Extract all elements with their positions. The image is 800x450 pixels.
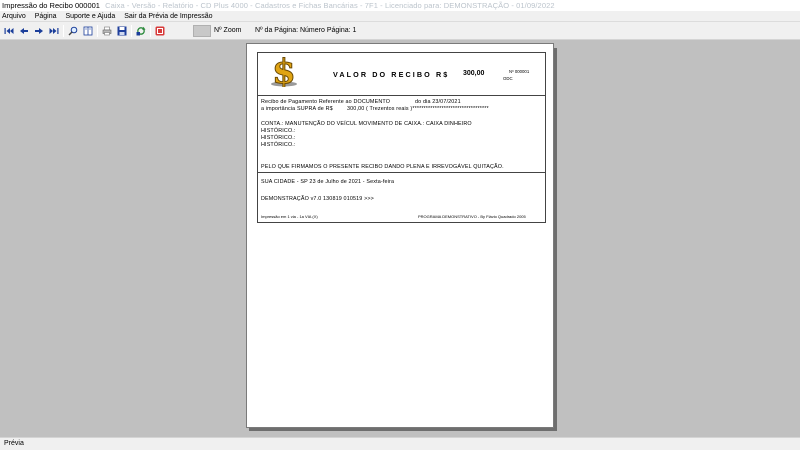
menu-arquivo[interactable]: Arquivo <box>2 11 26 22</box>
receipt-line2-value: 300,00 ( Trezentos reais )**************… <box>347 106 489 112</box>
receipt-footer-right: PROGRAMA DEMONSTRATIVO - By Flávio Quadr… <box>418 214 526 219</box>
close-red-icon[interactable] <box>155 26 165 36</box>
toolbar-separator <box>97 25 98 37</box>
zoom-label: Nº Zoom <box>214 27 242 34</box>
status-bar: Prévia <box>0 437 800 450</box>
receipt-declaration: PELO QUE FIRMAMOS O PRESENTE RECIBO DAND… <box>261 164 504 170</box>
menu-bar: Arquivo Página Suporte e Ajuda Sair da P… <box>0 11 800 22</box>
refresh-icon[interactable] <box>136 26 146 36</box>
menu-suporte-ajuda[interactable]: Suporte e Ajuda <box>65 11 115 22</box>
previous-page-icon[interactable] <box>19 26 29 36</box>
receipt-divider <box>258 172 545 173</box>
window-title: Impressão do Recibo 000001 <box>2 1 100 10</box>
receipt-line1: Recibo de Pagamento Referente ao DOCUMEN… <box>261 99 391 105</box>
next-page-icon[interactable] <box>34 26 44 36</box>
receipt-line1-date: do dia 23/07/2021 <box>415 99 461 105</box>
toolbar-separator <box>131 25 132 37</box>
dollar-sign-icon: $ <box>271 55 297 87</box>
receipt-version: DEMONSTRAÇÃO v7.0 130819 010519 >>> <box>261 196 374 202</box>
last-page-icon[interactable] <box>49 26 59 36</box>
menu-sair-previa[interactable]: Sair da Prévia de Impressão <box>124 11 212 22</box>
receipt-historico-3: HISTÓRICO.: <box>261 142 296 148</box>
toolbar-separator <box>63 25 64 37</box>
title-bar: Impressão do Recibo 000001 Caixa - Versã… <box>0 0 800 11</box>
save-icon[interactable] <box>117 26 127 36</box>
receipt-divider <box>258 95 545 96</box>
receipt-line2-prefix: a importância SUPRA de R$ <box>261 106 333 112</box>
receipt-number: Nº 000001 <box>509 69 530 74</box>
receipt-footer-left: Impressão em 1 via - 1a VIA (X) <box>261 214 318 219</box>
receipt-historico-1: HISTÓRICO.: <box>261 128 296 134</box>
svg-text:$: $ <box>272 55 296 87</box>
book-icon[interactable] <box>83 26 93 36</box>
receipt: $ VALOR DO RECIBO R$ 300,00 Nº 000001 OD… <box>257 52 546 223</box>
receipt-conta: CONTA.: MANUTENÇÃO DO VEÍCUL MOVIMENTO D… <box>261 121 472 127</box>
toolbar-separator <box>150 25 151 37</box>
menu-pagina[interactable]: Página <box>35 11 57 22</box>
status-text: Prévia <box>4 440 24 447</box>
zoom-input[interactable] <box>193 25 211 37</box>
page-info: Nº da Página: Número Página: 1 <box>255 27 357 34</box>
toolbar: Nº Zoom Nº da Página: Número Página: 1 <box>0 22 800 40</box>
first-page-icon[interactable] <box>4 26 14 36</box>
receipt-title: VALOR DO RECIBO R$ <box>333 70 450 79</box>
receipt-city-date: SUA CIDADE - SP 23 de Julho de 2021 - Se… <box>261 179 395 185</box>
receipt-amount: 300,00 <box>463 70 485 77</box>
receipt-odc: ODC <box>503 76 513 81</box>
print-icon[interactable] <box>102 26 112 36</box>
zoom-icon[interactable] <box>68 26 78 36</box>
receipt-historico-2: HISTÓRICO.: <box>261 135 296 141</box>
window-title-obscured: Caixa - Versão - Relatório - CD Plus 400… <box>105 1 555 10</box>
